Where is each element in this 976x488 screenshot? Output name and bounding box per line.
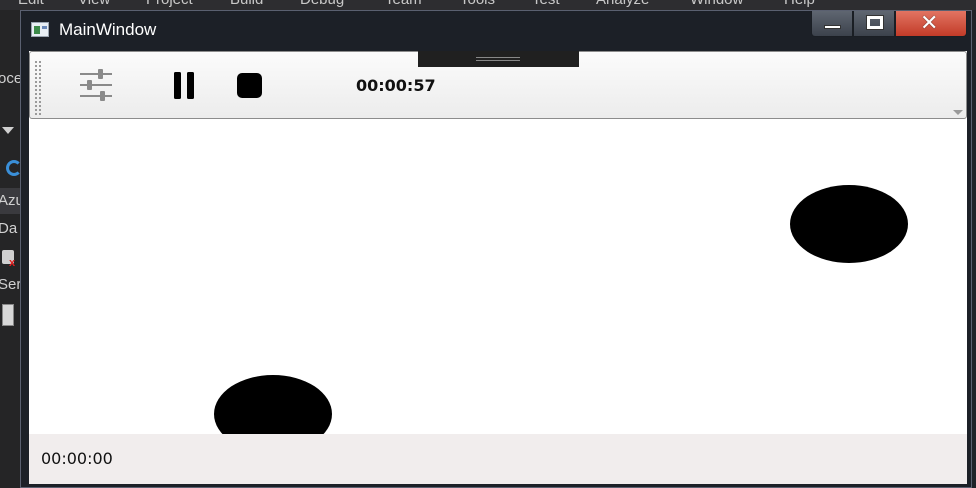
ide-left-frag-1: oce [0, 70, 22, 87]
stop-button[interactable] [234, 66, 264, 104]
ide-menu-analyze[interactable]: Analyze [596, 0, 649, 8]
ide-menu-view[interactable]: View [78, 0, 110, 8]
toolbar-overflow-icon[interactable] [953, 110, 963, 115]
ide-left-panel: oce Azu Da x Ser [0, 10, 22, 488]
ide-menu-team[interactable]: Team [385, 0, 422, 8]
status-bar: 00:00:00 [29, 434, 967, 484]
stop-icon [237, 73, 262, 98]
elapsed-time: 00:00:57 [356, 76, 436, 95]
ide-menu-debug[interactable]: Debug [300, 0, 344, 8]
ide-expand-arrow-icon[interactable] [2, 127, 14, 134]
app-icon [31, 22, 49, 37]
minimize-icon [824, 25, 841, 29]
ide-left-frag-4[interactable]: Ser [0, 276, 21, 293]
close-icon: ✕ [920, 11, 939, 36]
ellipse-shape-1 [790, 185, 908, 263]
settings-button[interactable] [78, 66, 114, 104]
status-time: 00:00:00 [41, 449, 113, 468]
close-button[interactable]: ✕ [895, 11, 967, 37]
ide-menu-edit[interactable]: Edit [18, 0, 44, 8]
ide-menu-tools[interactable]: Tools [460, 0, 495, 8]
pause-icon [174, 72, 194, 99]
maximize-icon [866, 15, 884, 30]
ide-menu-test[interactable]: Test [532, 0, 560, 8]
ide-left-frag-3[interactable]: Da [0, 220, 17, 237]
ide-menubar: Edit View Project Build Debug Team Tools… [0, 0, 976, 10]
pause-button[interactable] [170, 66, 200, 104]
drawing-canvas[interactable] [29, 119, 967, 453]
toolbar-drag-handle[interactable] [418, 51, 579, 67]
database-error-icon: x [2, 250, 15, 269]
sliders-icon [80, 69, 112, 101]
minimize-button[interactable] [811, 11, 853, 37]
ide-left-frag-2[interactable]: Azu [0, 192, 22, 209]
toolbar-gripper[interactable] [34, 60, 42, 116]
ide-menu-build[interactable]: Build [230, 0, 263, 8]
ide-menu-help[interactable]: Help [784, 0, 815, 8]
main-window: MainWindow ✕ 00:00:57 00:00:00 [20, 10, 972, 488]
window-title: MainWindow [59, 20, 157, 39]
title-bar[interactable]: MainWindow ✕ [21, 11, 971, 49]
client-area: 00:00:57 00:00:00 [29, 51, 967, 484]
ide-menu-window[interactable]: Window [690, 0, 743, 8]
maximize-button[interactable] [853, 11, 895, 37]
ide-menu-project[interactable]: Project [146, 0, 193, 8]
server-icon [2, 304, 14, 326]
